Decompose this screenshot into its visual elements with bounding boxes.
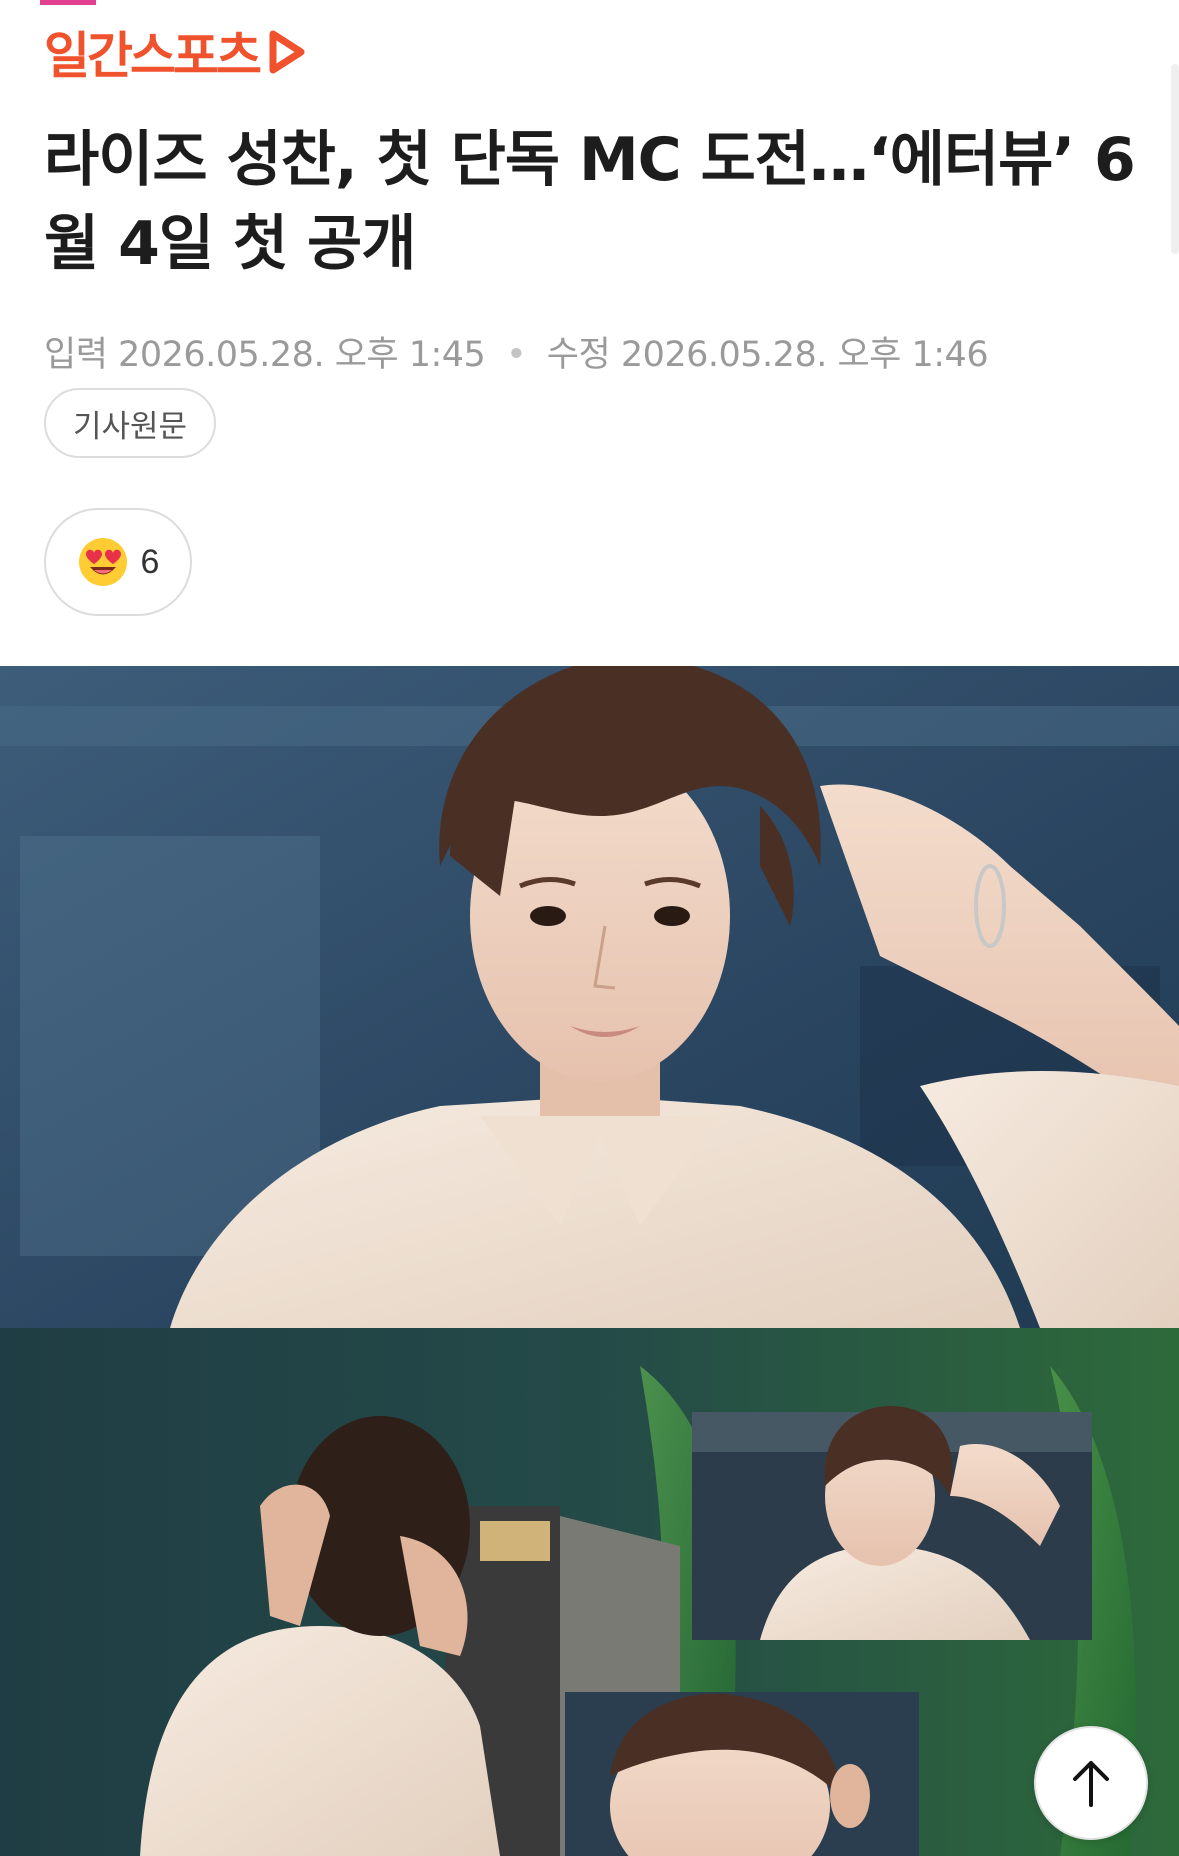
- scrollbar[interactable]: [1171, 64, 1179, 254]
- article-photo-illustration: [0, 666, 1179, 1856]
- logo-arrow-icon: [269, 30, 305, 74]
- article-timestamps: 입력 2026.05.28. 오후 1:45 • 수정 2026.05.28. …: [44, 326, 989, 377]
- input-time: 2026.05.28. 오후 1:45: [118, 335, 486, 375]
- edit-time: 2026.05.28. 오후 1:46: [620, 335, 989, 375]
- heart-eyes-emoji-icon: [78, 538, 127, 586]
- top-accent-bar: [40, 0, 96, 5]
- publisher-logo[interactable]: 일간스포츠: [44, 22, 307, 85]
- reaction-count: 6: [140, 542, 160, 581]
- scroll-to-top-button[interactable]: [1034, 1726, 1148, 1840]
- meta-separator: •: [505, 335, 527, 375]
- article-title: 라이즈 성찬, 첫 단독 MC 도전…‘에터뷰’ 6월 4일 첫 공개: [44, 125, 1136, 279]
- arrow-up-icon: [1073, 1761, 1109, 1807]
- reaction-button[interactable]: 6: [44, 508, 192, 616]
- publisher-logo-text: 일간스포츠: [44, 27, 262, 85]
- input-label: 입력: [44, 335, 108, 375]
- edit-label: 수정: [546, 335, 611, 375]
- article-photo[interactable]: [0, 666, 1179, 1856]
- original-article-button[interactable]: 기사원문: [44, 388, 216, 458]
